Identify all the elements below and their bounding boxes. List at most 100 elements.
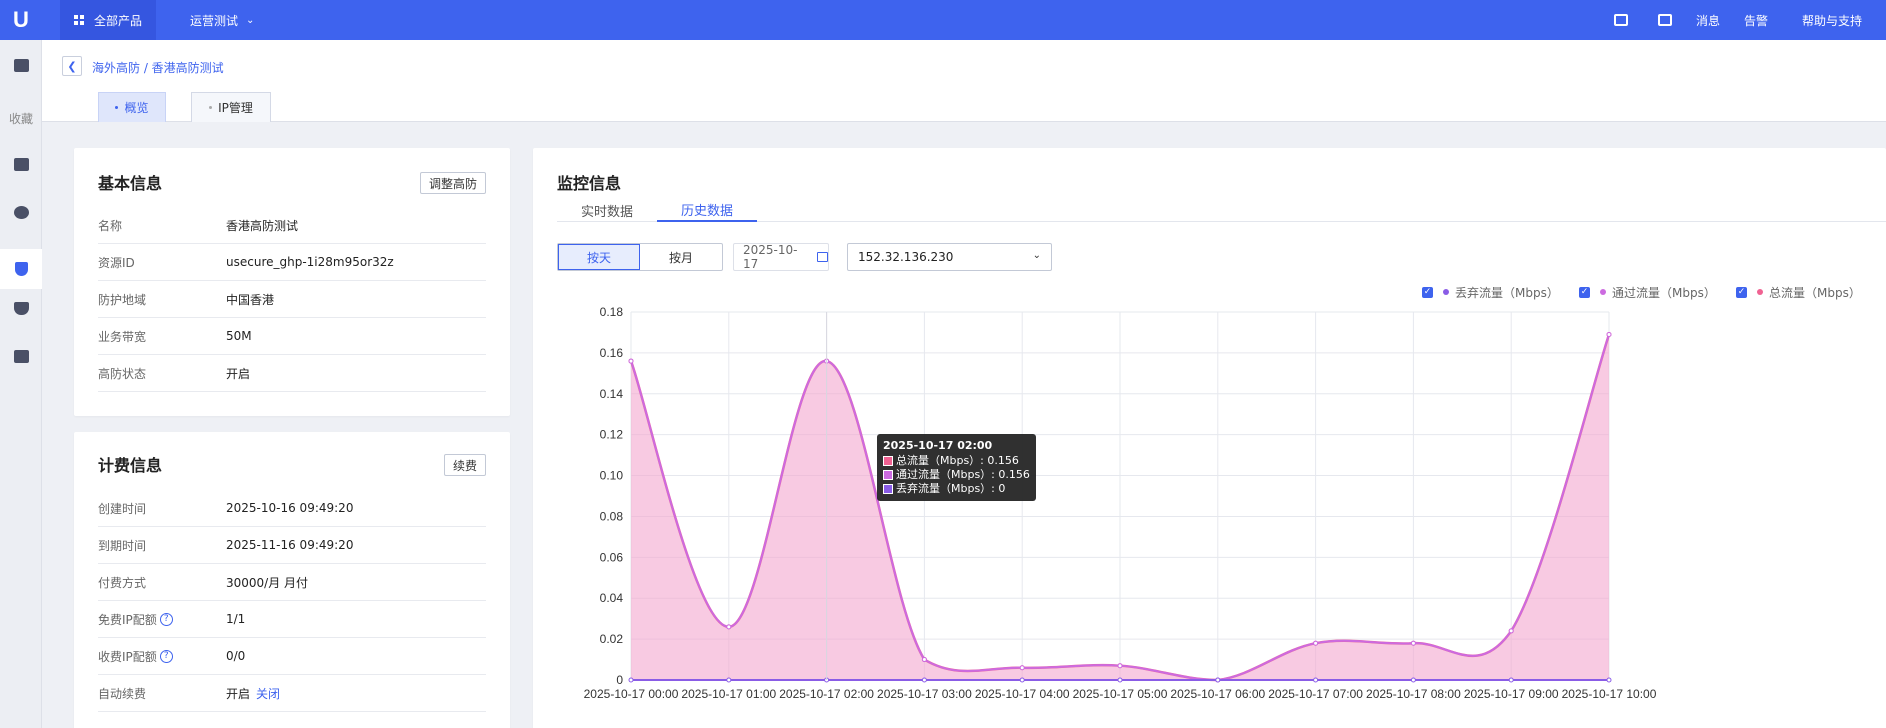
row-value: 开启 [226,366,251,381]
monitor-icon[interactable] [14,59,29,72]
ip-select[interactable]: 152.32.136.230 ⌄ [847,243,1052,271]
y-tick-label: 0.06 [600,550,624,564]
info-row: 防护地域 中国香港 [98,281,486,318]
row-key: 自动续费 [98,686,147,701]
ip-value: 152.32.136.230 [858,250,954,264]
health-icon[interactable] [14,350,29,363]
data-point [1117,677,1123,683]
chevron-left-icon: ❮ [67,59,77,73]
renew-button[interactable]: 续费 [443,454,486,476]
all-products-button[interactable]: 全部产品 [60,0,157,40]
data-point [1215,677,1221,683]
page-header: ❮ 海外高防 / 香港高防测试 概览 IP管理 [42,40,1886,122]
terminal-icon[interactable] [1657,14,1672,26]
server-icon[interactable] [14,158,29,171]
tooltip-swatch [883,456,893,466]
date-picker[interactable]: 2025-10-17 [733,243,829,271]
row-key: 防护地域 [98,292,147,307]
period-toggle: 按天 按月 [557,243,723,271]
data-point [1410,640,1416,646]
x-tick-label: 2025-10-17 05:00 [1073,687,1168,701]
monitor-tabs: 实时数据 历史数据 [557,198,1886,222]
legend-label: 总流量（Mbps） [1769,285,1861,300]
x-tick-label: 2025-10-17 06:00 [1170,687,1265,701]
traffic-chart[interactable]: 0 0.02 0.04 0.06 0.08 0.10 0.12 0.14 0.16 0.18 202… [533,148,1886,728]
row-value: usecure_ghp-1i28m95or32z [226,255,394,269]
search-icon[interactable] [1613,14,1628,26]
data-point [1508,677,1514,683]
data-point [1215,677,1221,683]
help-icon[interactable]: ? [159,612,173,626]
data-point [1117,663,1123,669]
x-tick-label: 2025-10-17 08:00 [1366,687,1461,701]
basic-info-title: 基本信息 [98,174,163,193]
logo[interactable]: U [0,0,42,40]
checkbox-icon: ✓ [1579,286,1590,298]
monitor-title: 监控信息 [557,174,622,193]
basic-info-card: 基本信息 调整高防 名称 香港高防测试 资源ID usecure_ghp-1i28m… [74,148,510,416]
row-key: 收费IP配额? [98,648,226,665]
help-icon[interactable]: ? [159,649,173,663]
row-value: 开启 关闭 [226,685,280,702]
data-point [921,677,927,683]
help-link[interactable]: 帮助与支持 [1802,12,1862,29]
tab-realtime[interactable]: 实时数据 [557,198,657,222]
y-tick-label: 0.18 [600,305,624,319]
data-point [628,358,634,364]
shield-icon [15,262,28,276]
breadcrumb[interactable]: 海外高防 / 香港高防测试 [92,59,224,76]
tooltip-swatch [883,470,893,480]
sidebar-item-antiddos[interactable] [0,249,42,289]
info-row: 资源ID usecure_ghp-1i28m95or32z [98,244,486,281]
x-tick-label: 2025-10-17 10:00 [1562,687,1657,701]
data-point [1313,677,1319,683]
legend-item-dropped[interactable]: ✓ 丢弃流量（Mbps） [1422,284,1559,300]
info-row: 业务带宽 50M [98,318,486,355]
data-point [921,657,927,663]
messages-link[interactable]: 消息 [1696,12,1720,29]
data-point [1019,677,1025,683]
legend-item-passed[interactable]: ✓ 通过流量（Mbps） [1579,284,1716,300]
data-point [1508,628,1514,634]
disable-auto-renew-link[interactable]: 关闭 [256,687,280,701]
info-row: 高防状态 开启 [98,355,486,392]
adjust-protection-button[interactable]: 调整高防 [419,172,486,194]
by-day-button[interactable]: 按天 [558,244,640,270]
project-selector[interactable]: 运营测试 ⌄ [190,0,254,40]
sidebar-collect[interactable]: 收藏 [0,110,42,127]
checkbox-icon: ✓ [1422,286,1433,298]
tab-overview-label: 概览 [124,101,149,115]
row-key: 名称 [98,218,123,233]
info-row: 到期时间 2025-11-16 09:49:20 [98,527,486,564]
monitor-card: 监控信息 实时数据 历史数据 按天 按月 2025-10-17 152.32.1… [533,148,1886,728]
tab-overview[interactable]: 概览 [98,92,166,122]
series-line-total [629,334,1611,682]
x-tick-label: 2025-10-17 02:00 [779,687,874,701]
data-point [1313,640,1319,646]
billing-info-card: 计费信息 续费 创建时间 2025-10-16 09:49:20 到期时间 2025… [74,432,510,728]
tooltip-line-label: 总流量（Mbps）: 0.156 [896,454,1019,467]
auto-renew-status: 开启 [226,686,251,701]
security-icon[interactable] [14,302,29,315]
series-area-total [631,334,1609,680]
tooltip-line-label: 通过流量（Mbps）: 0.156 [896,468,1030,481]
tab-ip-management[interactable]: IP管理 [191,92,271,122]
legend-dot [1443,289,1449,295]
alerts-link[interactable]: 告警 [1744,12,1768,29]
y-tick-label: 0.16 [600,346,624,360]
project-label: 运营测试 [190,13,239,28]
by-month-button[interactable]: 按月 [640,244,722,270]
info-row: 收费IP配额? 0/0 [98,638,486,675]
chevron-down-icon: ⌄ [1032,250,1041,261]
series-line-passed [630,334,1610,682]
tooltip-line: 丢弃流量（Mbps）: 0 [883,482,1030,496]
tab-history[interactable]: 历史数据 [657,198,757,222]
back-button[interactable]: ❮ [62,56,82,76]
data-point [628,677,634,683]
legend-item-total[interactable]: ✓ 总流量（Mbps） [1736,284,1861,300]
row-value: 2025-11-16 09:49:20 [226,538,354,552]
network-icon[interactable] [14,206,29,219]
data-point [1117,663,1123,669]
y-tick-label: 0 [616,673,623,687]
data-point [726,624,732,630]
